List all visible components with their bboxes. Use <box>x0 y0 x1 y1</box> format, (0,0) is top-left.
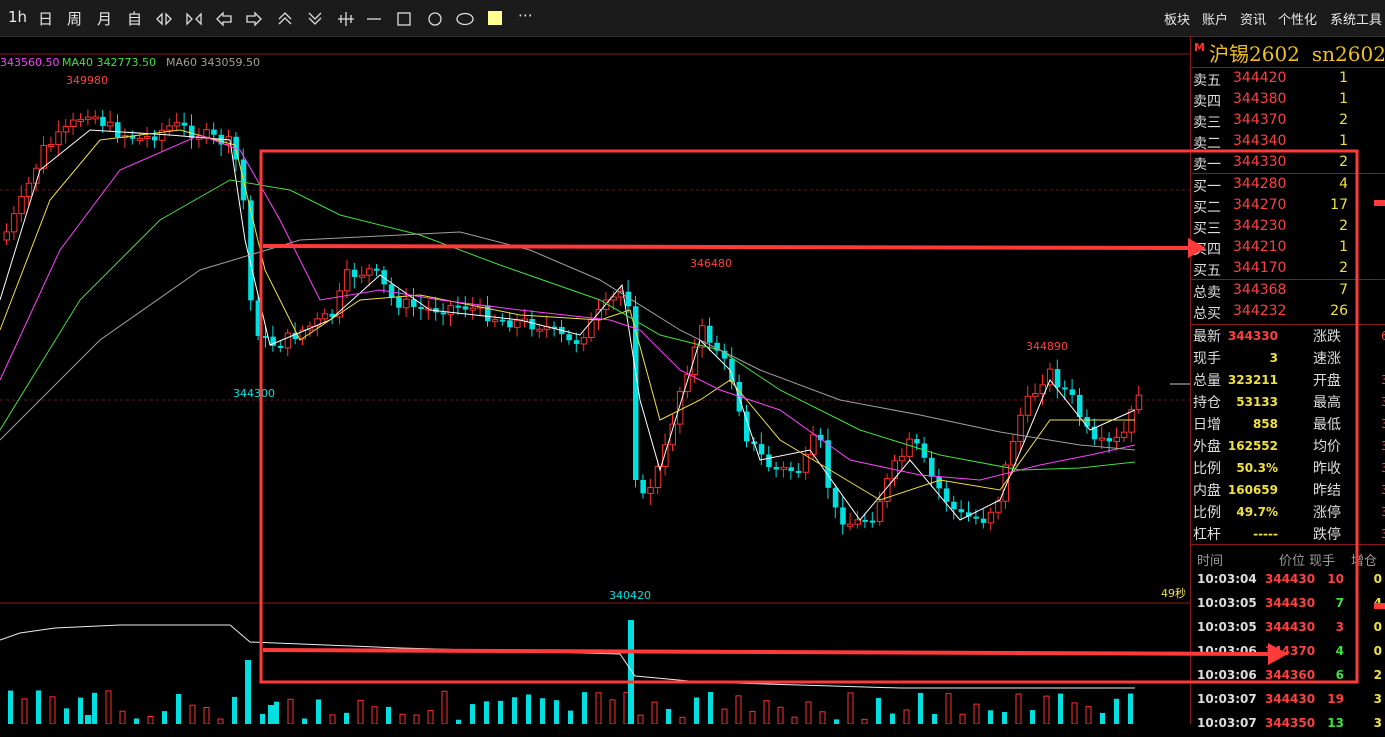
depth-marker <box>1374 603 1385 609</box>
annotation-layer <box>259 149 1385 684</box>
annotation-box <box>259 149 1359 684</box>
annotation-arrow <box>262 238 1206 258</box>
annotation-arrow <box>262 643 1288 665</box>
depth-marker <box>1374 200 1385 206</box>
